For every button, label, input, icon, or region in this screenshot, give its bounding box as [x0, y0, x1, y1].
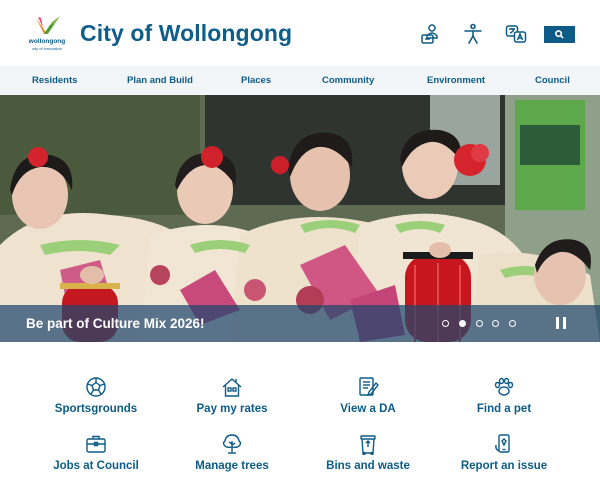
paw-icon	[494, 377, 514, 396]
carousel-dot-4[interactable]	[492, 320, 499, 327]
carousel-dot-3[interactable]	[476, 320, 483, 327]
main-nav: Residents Plan and Build Places Communit…	[0, 66, 600, 95]
quick-link-sportsgrounds[interactable]: Sportsgrounds	[28, 376, 164, 426]
house-icon	[222, 378, 242, 397]
logo-wordmark: wollongong	[28, 38, 66, 45]
bin-icon	[360, 435, 376, 455]
translate-icon[interactable]	[505, 23, 527, 45]
nav-item-places[interactable]: Places	[241, 75, 271, 86]
nav-item-council[interactable]: Council	[535, 75, 570, 86]
site-header: wollongong city of innovation City of Wo…	[0, 0, 600, 66]
carousel-dot-1[interactable]	[442, 320, 449, 327]
quick-link-label: Jobs at Council	[53, 460, 139, 472]
nav-item-environment[interactable]: Environment	[427, 75, 485, 86]
nav-item-plan-and-build[interactable]: Plan and Build	[127, 75, 193, 86]
quick-link-label: Report an issue	[460, 460, 548, 472]
quick-link-label: Manage trees	[195, 460, 269, 472]
nav-item-residents[interactable]: Residents	[32, 75, 77, 86]
logo-tagline: city of innovation	[32, 46, 62, 51]
quick-link-report-an-issue[interactable]: Report an issue	[436, 433, 572, 480]
search-icon	[555, 30, 564, 39]
carousel-pause-button[interactable]	[554, 316, 568, 330]
quick-link-label: Sportsgrounds	[54, 403, 138, 415]
carousel-dot-5[interactable]	[509, 320, 516, 327]
quick-link-label: Find a pet	[476, 403, 532, 415]
nav-item-community[interactable]: Community	[322, 75, 374, 86]
quick-link-pay-my-rates[interactable]: Pay my rates	[164, 376, 300, 426]
site-title[interactable]: City of Wollongong	[80, 20, 292, 47]
tree-icon	[222, 434, 242, 454]
search-button[interactable]	[544, 26, 575, 43]
logo-mark-icon	[36, 16, 60, 34]
quick-link-jobs-at-council[interactable]: Jobs at Council	[28, 433, 164, 480]
quick-link-label: Pay my rates	[196, 403, 268, 415]
quick-link-bins-and-waste[interactable]: Bins and waste	[300, 433, 436, 480]
profile-login-icon[interactable]	[419, 23, 441, 45]
pause-icon	[556, 317, 559, 329]
quick-link-label: Bins and waste	[326, 460, 410, 472]
accessibility-icon[interactable]	[462, 23, 484, 45]
quick-link-find-a-pet[interactable]: Find a pet	[436, 376, 572, 426]
quick-links: Sportsgrounds Pay my rates View a DA Fin…	[0, 342, 600, 480]
carousel-dot-2[interactable]	[459, 320, 466, 327]
document-pen-icon	[359, 377, 379, 397]
soccer-ball-icon	[86, 377, 106, 397]
briefcase-icon	[86, 435, 106, 453]
hero-caption[interactable]: Be part of Culture Mix 2026!	[26, 316, 205, 331]
quick-link-manage-trees[interactable]: Manage trees	[164, 433, 300, 480]
quick-link-view-a-da[interactable]: View a DA	[300, 376, 436, 426]
council-logo[interactable]: wollongong city of innovation	[24, 14, 70, 54]
quick-link-label: View a DA	[340, 403, 396, 415]
report-phone-icon	[495, 434, 510, 453]
